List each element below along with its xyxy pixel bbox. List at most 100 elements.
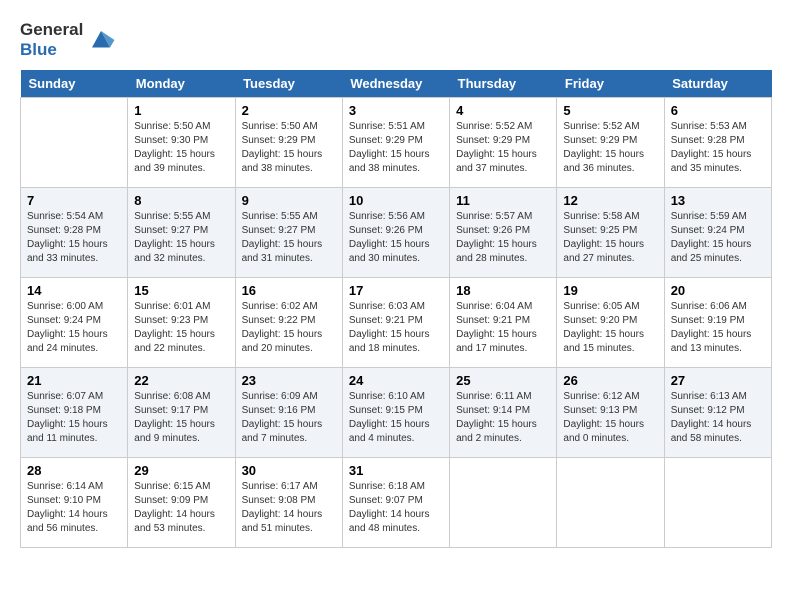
calendar-cell: 15 Sunrise: 6:01 AM Sunset: 9:23 PM Dayli… (128, 278, 235, 368)
calendar-cell: 17 Sunrise: 6:03 AM Sunset: 9:21 PM Dayli… (342, 278, 449, 368)
calendar-cell: 11 Sunrise: 5:57 AM Sunset: 9:26 PM Dayli… (450, 188, 557, 278)
day-number: 17 (349, 283, 443, 298)
header-sunday: Sunday (21, 70, 128, 98)
day-number: 15 (134, 283, 228, 298)
day-info: Sunrise: 6:18 AM Sunset: 9:07 PM Dayligh… (349, 480, 443, 536)
day-info: Sunrise: 5:51 AM Sunset: 9:29 PM Dayligh… (349, 120, 443, 176)
day-info: Sunrise: 5:57 AM Sunset: 9:26 PM Dayligh… (456, 210, 550, 266)
calendar-cell: 23 Sunrise: 6:09 AM Sunset: 9:16 PM Dayli… (235, 368, 342, 458)
calendar-cell: 8Sunrise: 5:55 AM Sunset: 9:27 PM Daylig… (128, 188, 235, 278)
day-info: Sunrise: 5:52 AM Sunset: 9:29 PM Dayligh… (456, 120, 550, 176)
page-header: General Blue (20, 20, 772, 60)
day-number: 28 (27, 463, 121, 478)
day-info: Sunrise: 5:50 AM Sunset: 9:30 PM Dayligh… (134, 120, 228, 176)
day-number: 11 (456, 193, 550, 208)
day-number: 2 (242, 103, 336, 118)
calendar-cell: 30 Sunrise: 6:17 AM Sunset: 9:08 PM Dayli… (235, 458, 342, 548)
day-number: 25 (456, 373, 550, 388)
header-saturday: Saturday (664, 70, 771, 98)
calendar-cell (557, 458, 664, 548)
calendar-cell: 18 Sunrise: 6:04 AM Sunset: 9:21 PM Dayli… (450, 278, 557, 368)
calendar-cell: 12 Sunrise: 5:58 AM Sunset: 9:25 PM Dayli… (557, 188, 664, 278)
day-info: Sunrise: 5:54 AM Sunset: 9:28 PM Dayligh… (27, 210, 121, 266)
logo-blue: Blue (20, 40, 83, 60)
day-number: 20 (671, 283, 765, 298)
day-info: Sunrise: 6:01 AM Sunset: 9:23 PM Dayligh… (134, 300, 228, 356)
day-number: 12 (563, 193, 657, 208)
day-number: 24 (349, 373, 443, 388)
day-info: Sunrise: 5:59 AM Sunset: 9:24 PM Dayligh… (671, 210, 765, 266)
header-wednesday: Wednesday (342, 70, 449, 98)
calendar-cell: 28 Sunrise: 6:14 AM Sunset: 9:10 PM Dayli… (21, 458, 128, 548)
day-info: Sunrise: 6:17 AM Sunset: 9:08 PM Dayligh… (242, 480, 336, 536)
week-row-2: 7 Sunrise: 5:54 AM Sunset: 9:28 PM Daylig… (21, 188, 772, 278)
calendar-header-row: SundayMondayTuesdayWednesdayThursdayFrid… (21, 70, 772, 98)
day-info: Sunrise: 6:13 AM Sunset: 9:12 PM Dayligh… (671, 390, 765, 446)
header-thursday: Thursday (450, 70, 557, 98)
calendar-cell: 19 Sunrise: 6:05 AM Sunset: 9:20 PM Dayli… (557, 278, 664, 368)
day-number: 23 (242, 373, 336, 388)
calendar-cell (21, 98, 128, 188)
calendar-cell: 20 Sunrise: 6:06 AM Sunset: 9:19 PM Dayli… (664, 278, 771, 368)
calendar-cell: 3 Sunrise: 5:51 AM Sunset: 9:29 PM Daylig… (342, 98, 449, 188)
calendar-cell: 14 Sunrise: 6:00 AM Sunset: 9:24 PM Dayli… (21, 278, 128, 368)
logo-general: General (20, 20, 83, 40)
day-number: 18 (456, 283, 550, 298)
day-number: 7 (27, 193, 121, 208)
week-row-5: 28 Sunrise: 6:14 AM Sunset: 9:10 PM Dayli… (21, 458, 772, 548)
day-info: Sunrise: 6:15 AM Sunset: 9:09 PM Dayligh… (134, 480, 228, 536)
calendar-cell: 27Sunrise: 6:13 AM Sunset: 9:12 PM Dayli… (664, 368, 771, 458)
day-info: Sunrise: 5:52 AM Sunset: 9:29 PM Dayligh… (563, 120, 657, 176)
day-info: Sunrise: 6:04 AM Sunset: 9:21 PM Dayligh… (456, 300, 550, 356)
day-info: Sunrise: 5:55 AM Sunset: 9:27 PM Dayligh… (242, 210, 336, 266)
calendar-cell: 22 Sunrise: 6:08 AM Sunset: 9:17 PM Dayli… (128, 368, 235, 458)
day-info: Sunrise: 6:10 AM Sunset: 9:15 PM Dayligh… (349, 390, 443, 446)
day-number: 10 (349, 193, 443, 208)
day-number: 6 (671, 103, 765, 118)
day-number: 16 (242, 283, 336, 298)
day-number: 14 (27, 283, 121, 298)
header-friday: Friday (557, 70, 664, 98)
calendar-cell: 7 Sunrise: 5:54 AM Sunset: 9:28 PM Daylig… (21, 188, 128, 278)
day-number: 22 (134, 373, 228, 388)
day-number: 5 (563, 103, 657, 118)
day-number: 30 (242, 463, 336, 478)
calendar-cell (450, 458, 557, 548)
calendar-cell: 5 Sunrise: 5:52 AM Sunset: 9:29 PM Daylig… (557, 98, 664, 188)
day-number: 19 (563, 283, 657, 298)
day-number: 1 (134, 103, 228, 118)
calendar-cell (664, 458, 771, 548)
day-number: 4 (456, 103, 550, 118)
day-info: Sunrise: 5:58 AM Sunset: 9:25 PM Dayligh… (563, 210, 657, 266)
calendar-cell: 9 Sunrise: 5:55 AM Sunset: 9:27 PM Daylig… (235, 188, 342, 278)
day-info: Sunrise: 6:00 AM Sunset: 9:24 PM Dayligh… (27, 300, 121, 356)
logo-icon (86, 25, 116, 55)
day-number: 9 (242, 193, 336, 208)
day-number: 21 (27, 373, 121, 388)
header-monday: Monday (128, 70, 235, 98)
day-number: 13 (671, 193, 765, 208)
calendar-table: SundayMondayTuesdayWednesdayThursdayFrid… (20, 70, 772, 548)
day-info: Sunrise: 6:08 AM Sunset: 9:17 PM Dayligh… (134, 390, 228, 446)
day-info: Sunrise: 6:05 AM Sunset: 9:20 PM Dayligh… (563, 300, 657, 356)
day-info: Sunrise: 6:14 AM Sunset: 9:10 PM Dayligh… (27, 480, 121, 536)
calendar-cell: 6 Sunrise: 5:53 AM Sunset: 9:28 PM Daylig… (664, 98, 771, 188)
day-number: 29 (134, 463, 228, 478)
calendar-cell: 10 Sunrise: 5:56 AM Sunset: 9:26 PM Dayli… (342, 188, 449, 278)
calendar-cell: 29 Sunrise: 6:15 AM Sunset: 9:09 PM Dayli… (128, 458, 235, 548)
calendar-cell: 24 Sunrise: 6:10 AM Sunset: 9:15 PM Dayli… (342, 368, 449, 458)
calendar-cell: 25 Sunrise: 6:11 AM Sunset: 9:14 PM Dayli… (450, 368, 557, 458)
day-number: 8 (134, 193, 228, 208)
day-info: Sunrise: 6:09 AM Sunset: 9:16 PM Dayligh… (242, 390, 336, 446)
day-info: Sunrise: 5:56 AM Sunset: 9:26 PM Dayligh… (349, 210, 443, 266)
day-info: Sunrise: 6:11 AM Sunset: 9:14 PM Dayligh… (456, 390, 550, 446)
day-number: 3 (349, 103, 443, 118)
day-number: 31 (349, 463, 443, 478)
calendar-cell: 31 Sunrise: 6:18 AM Sunset: 9:07 PM Dayli… (342, 458, 449, 548)
day-info: Sunrise: 6:02 AM Sunset: 9:22 PM Dayligh… (242, 300, 336, 356)
day-info: Sunrise: 6:03 AM Sunset: 9:21 PM Dayligh… (349, 300, 443, 356)
day-info: Sunrise: 6:06 AM Sunset: 9:19 PM Dayligh… (671, 300, 765, 356)
calendar-cell: 4 Sunrise: 5:52 AM Sunset: 9:29 PM Daylig… (450, 98, 557, 188)
day-info: Sunrise: 5:53 AM Sunset: 9:28 PM Dayligh… (671, 120, 765, 176)
header-tuesday: Tuesday (235, 70, 342, 98)
